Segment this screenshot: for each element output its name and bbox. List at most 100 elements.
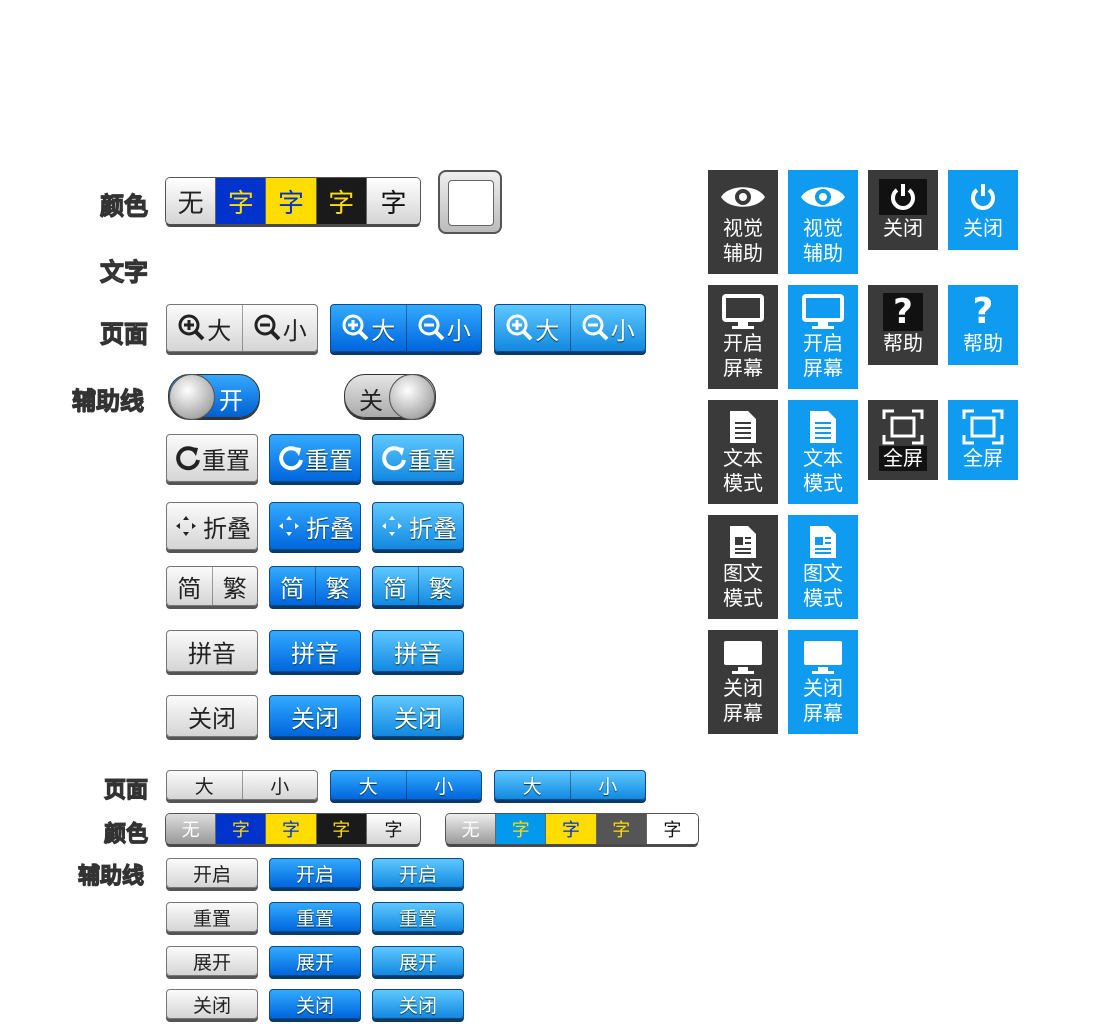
guide-open-button[interactable]: 开启 [269,858,361,888]
fullscreen-icon [962,409,1004,445]
close-screen-tile[interactable]: 关闭 屏幕 [788,630,858,734]
zoom-in-button[interactable]: 大 [495,305,570,351]
reset-button[interactable]: 重置 [166,434,258,482]
zoom-in-icon [506,314,533,341]
close-button-compact[interactable]: 关闭 [269,989,361,1019]
reset-button[interactable]: 重置 [372,434,464,482]
swatch-none[interactable]: 无 [166,178,217,224]
pinyin-button[interactable]: 拼音 [166,630,258,672]
swatch-white-black[interactable]: 字 [366,178,420,224]
guide-label-compact: 辅助线 [77,864,145,890]
image-mode-tile[interactable]: 图文 模式 [708,515,778,619]
zoom-in-button[interactable]: 大 [167,771,242,799]
guide-toggle-off[interactable]: 关 [344,374,436,420]
power-close-tile[interactable]: 关闭 [868,170,938,250]
visual-aid-tile[interactable]: 视觉 辅助 [788,170,858,274]
close-button[interactable]: 关闭 [166,695,258,737]
power-close-tile[interactable]: 关闭 [948,170,1018,250]
toggle-off-label: 关 [359,387,383,415]
expand-button-compact[interactable]: 展开 [269,946,361,976]
swatch-yellow-blue[interactable]: 字 [266,814,317,844]
monitor-icon [804,641,842,674]
swatch-yellow-blue[interactable]: 字 [546,814,597,844]
document-icon [730,411,756,443]
swatch-white-black[interactable]: 字 [366,814,420,844]
zoom-out-button[interactable]: 小 [241,771,318,799]
guide-open-button[interactable]: 开启 [372,858,464,888]
power-icon [971,184,995,210]
swatch-none[interactable]: 无 [446,814,497,844]
swatch-yellow-blue[interactable]: 字 [266,178,317,224]
reset-button[interactable]: 重置 [269,434,361,482]
guide-toggle-on[interactable]: 开 [168,374,260,420]
swatch-none[interactable]: 无 [166,814,217,844]
fold-button[interactable]: 折叠 [372,502,464,550]
open-screen-tile[interactable]: 开启 屏幕 [708,285,778,389]
traditional-button[interactable]: 繁 [417,567,464,605]
help-tile[interactable]: ? 帮助 [948,285,1018,365]
zoom-out-button[interactable]: 小 [241,305,318,351]
zoom-out-icon [254,314,281,341]
document-icon [810,411,836,443]
zoom-in-icon [342,314,369,341]
swatch-blue-yellow[interactable]: 字 [216,178,267,224]
fold-button[interactable]: 折叠 [166,502,258,550]
traditional-button[interactable]: 繁 [314,567,361,605]
zoom-in-button[interactable]: 大 [495,771,570,799]
traditional-button[interactable]: 繁 [211,567,258,605]
close-button[interactable]: 关闭 [372,695,464,737]
open-screen-tile[interactable]: 开启 屏幕 [788,285,858,389]
pinyin-button[interactable]: 拼音 [372,630,464,672]
help-tile[interactable]: ? 帮助 [868,285,938,365]
simplified-button[interactable]: 简 [270,567,315,605]
zoom-in-button[interactable]: 大 [331,771,406,799]
swatch-black-yellow[interactable]: 字 [316,814,367,844]
zoom-in-button[interactable]: 大 [167,305,242,351]
fullscreen-tile[interactable]: 全屏 [868,400,938,480]
close-button-compact[interactable]: 关闭 [166,989,258,1019]
image-mode-tile[interactable]: 图文 模式 [788,515,858,619]
zoom-out-button[interactable]: 小 [405,771,482,799]
collapse-arrows-icon [279,516,299,536]
close-screen-tile[interactable]: 关闭 屏幕 [708,630,778,734]
swatch-blue-yellow[interactable]: 字 [216,814,267,844]
close-button-compact[interactable]: 关闭 [372,989,464,1019]
toggle-knob [169,374,215,420]
pinyin-button[interactable]: 拼音 [269,630,361,672]
zoom-out-button[interactable]: 小 [569,771,646,799]
reset-button-compact[interactable]: 重置 [269,902,361,932]
fullscreen-tile[interactable]: 全屏 [948,400,1018,480]
monitor-icon [724,641,762,674]
fullscreen-icon [882,409,924,445]
toggle-knob [389,374,435,420]
zoom-in-button[interactable]: 大 [331,305,406,351]
reset-button-compact[interactable]: 重置 [372,902,464,932]
swatch-white-black[interactable]: 字 [646,814,698,844]
eye-icon [721,187,765,207]
simplified-button[interactable]: 简 [167,567,212,605]
text-mode-tile[interactable]: 文本 模式 [708,400,778,504]
zoom-group-gray: 大 小 [166,304,318,352]
swatch-black-yellow[interactable]: 字 [596,814,647,844]
zoom-out-icon [418,314,445,341]
simplified-button[interactable]: 简 [373,567,418,605]
collapse-arrows-icon [176,516,196,536]
fold-button[interactable]: 折叠 [269,502,361,550]
expand-button-compact[interactable]: 展开 [166,946,258,976]
expand-button-compact[interactable]: 展开 [372,946,464,976]
swatch-black-yellow[interactable]: 字 [316,178,367,224]
zoom-out-button[interactable]: 小 [569,305,646,351]
text-mode-tile[interactable]: 文本 模式 [788,400,858,504]
toggle-on-label: 开 [219,387,243,415]
close-button[interactable]: 关闭 [269,695,361,737]
custom-color-button[interactable] [438,170,502,234]
guide-open-button[interactable]: 开启 [166,858,258,888]
swatch-blue-yellow[interactable]: 字 [496,814,547,844]
visual-aid-tile[interactable]: 视觉 辅助 [708,170,778,274]
zoom-out-button[interactable]: 小 [405,305,482,351]
color-label: 颜色 [100,192,149,221]
collapse-arrows-icon [382,516,402,536]
guide-label: 辅助线 [72,387,145,416]
reset-button-compact[interactable]: 重置 [166,902,258,932]
zoom-out-icon [582,314,609,341]
